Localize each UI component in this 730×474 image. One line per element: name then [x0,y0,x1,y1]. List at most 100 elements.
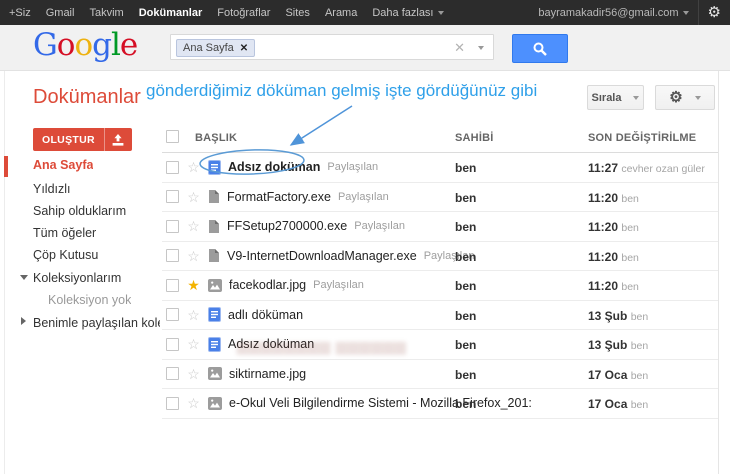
topnav-gmail[interactable]: Gmail [46,7,75,19]
row-checkbox[interactable] [166,249,179,263]
sidebar-item-trash[interactable]: Çöp Kutusu [33,248,98,262]
logo-letter: o [74,27,93,63]
clear-search-icon[interactable]: ✕ [454,40,465,56]
star-icon[interactable]: ☆ [186,308,201,322]
chevron-down-icon [682,10,689,15]
owner-cell: ben [455,249,477,264]
logo-letter: o [56,27,76,63]
star-icon[interactable]: ☆ [186,249,201,263]
search-chip[interactable]: Ana Sayfa ✕ [176,39,256,57]
row-checkbox[interactable] [166,160,179,174]
table-row[interactable]: ★ facekodlar.jpg Paylaşılan ben 11:20 ben [162,271,718,301]
topnav-plus-you[interactable]: +Siz [9,7,31,19]
owner-cell: ben [455,220,477,234]
annotation-text: gönderdiğimiz döküman gelmiş işte gördüğ… [146,81,538,100]
star-icon[interactable]: ★ [186,278,201,292]
doc-title[interactable]: adlı döküman [228,308,303,322]
active-item-indicator [4,156,8,177]
google-logo[interactable]: Google [33,27,138,63]
table-row[interactable]: ☆ V9-InternetDownloadManager.exe Paylaşıla… [162,242,718,271]
doc-title[interactable]: Adsız doküman [228,337,314,351]
top-bar: +Siz Gmail Takvim Dokümanlar Fotoğraflar… [0,0,730,25]
file-table: BAŞLIK SAHİBİ SON DEĞİŞTİRİLME ☆ Adsız do… [162,120,718,419]
settings-button[interactable]: ⚙ [655,85,715,110]
select-all-checkbox[interactable] [166,130,179,143]
row-left: ★ facekodlar.jpg Paylaşılan [166,271,364,300]
table-row[interactable]: ☆ Adsız doküman Paylaşılan ben 11:27 cevher … [162,153,718,183]
topnav-search[interactable]: Arama [325,7,357,19]
topnav-sites[interactable]: Sites [285,7,309,19]
collapse-triangle-icon[interactable] [20,275,28,280]
chip-remove-icon[interactable]: ✕ [240,43,248,54]
row-checkbox[interactable] [166,190,179,204]
sidebar-item-my-collections[interactable]: Koleksiyonlarım [33,271,121,285]
column-header-title[interactable]: BAŞLIK [195,132,237,144]
sidebar-item-no-collection: Koleksiyon yok [48,293,132,307]
sidebar-item-starred[interactable]: Yıldızlı [33,182,71,196]
table-row[interactable]: ☆ FormatFactory.exe Paylaşılan ben 11:20 ben [162,183,718,212]
row-checkbox[interactable] [166,308,179,322]
modified-by: ben [621,192,639,205]
topnav-more[interactable]: Daha fazlası [372,7,444,19]
owner-cell: ben [455,161,477,175]
star-icon[interactable]: ☆ [186,396,201,410]
modified-cell: 11:20 ben [588,190,639,205]
doc-title[interactable]: Adsız doküman [228,160,320,174]
sidebar-item-all-items[interactable]: Tüm öğeler [33,226,96,240]
gear-icon: ⚙ [669,89,683,106]
owner-cell: ben [455,367,477,382]
gear-icon[interactable]: ⚙ [708,5,721,20]
topnav-calendar[interactable]: Takvim [89,7,123,19]
star-icon[interactable]: ☆ [186,337,201,351]
star-icon[interactable]: ☆ [186,190,201,204]
table-row[interactable]: ☆ e-Okul Veli Bilgilendirme Sistemi - Moz… [162,389,718,419]
column-header-owner[interactable]: SAHİBİ [455,132,493,144]
owner-cell: ben [455,308,477,323]
column-header-modified[interactable]: SON DEĞİŞTİRİLME [588,132,696,144]
chevron-down-icon [633,95,640,100]
upload-button[interactable] [104,128,132,151]
doc-title[interactable]: facekodlar.jpg [229,278,306,292]
modified-by: ben [621,281,639,293]
row-checkbox[interactable] [166,396,179,410]
search-button[interactable] [512,34,568,63]
search-options-chevron-icon[interactable] [478,46,484,50]
topnav-documents[interactable]: Dokümanlar [139,7,203,19]
row-left: ☆ e-Okul Veli Bilgilendirme Sistemi - Moz… [166,389,532,418]
star-icon[interactable]: ☆ [186,367,201,381]
logo-letter: g [92,27,112,63]
row-checkbox[interactable] [166,219,179,233]
row-left: ☆ Adsız doküman Paylaşılan [166,153,378,182]
owner-cell: ben [455,279,477,293]
table-row[interactable]: ☆ siktirname.jpg ben 17 Oca ben [162,360,718,389]
expand-triangle-icon[interactable] [21,317,26,325]
doc-title[interactable]: FFSetup2700000.exe [227,219,347,233]
sidebar-item-shared-collections[interactable]: Benimle paylaşılan koleksiy [33,316,160,330]
shared-label: Paylaşılan [337,190,389,203]
row-checkbox[interactable] [166,367,179,381]
sidebar-item-home[interactable]: Ana Sayfa [33,158,93,172]
row-checkbox[interactable] [166,278,179,292]
doc-title[interactable]: V9-InternetDownloadManager.exe [227,249,417,263]
divider [718,71,719,474]
doc-title[interactable]: FormatFactory.exe [227,190,331,204]
search-chip-label: Ana Sayfa [183,42,234,54]
table-row[interactable]: ☆ FFSetup2700000.exe Paylaşılan ben 11:20 be… [162,212,718,242]
table-header: BAŞLIK SAHİBİ SON DEĞİŞTİRİLME [162,120,718,153]
star-icon[interactable]: ☆ [186,160,201,174]
sidebar-item-owned[interactable]: Sahip olduklarım [33,204,126,218]
modified-cell: 11:27 cevher ozan güler [588,161,705,175]
account-menu[interactable]: bayramakadir56@gmail.com [538,7,689,19]
create-button[interactable]: OLUŞTUR [33,128,105,151]
table-row[interactable]: ☆ Adsız doküman ben 13 Şub ben [162,330,718,360]
topnav-photos[interactable]: Fotoğraflar [217,7,270,19]
modified-by: ben [621,251,639,264]
star-icon[interactable]: ☆ [186,219,201,233]
doc-title[interactable]: siktirname.jpg [229,367,306,381]
sort-button[interactable]: Sırala [587,85,644,110]
row-checkbox[interactable] [166,337,179,351]
file-icon [208,189,220,204]
doc-title[interactable]: e-Okul Veli Bilgilendirme Sistemi - Mozi… [229,396,532,410]
table-row[interactable]: ☆ adlı döküman ben 13 Şub ben [162,301,718,330]
search-input[interactable]: Ana Sayfa ✕ ✕ [170,34,494,60]
